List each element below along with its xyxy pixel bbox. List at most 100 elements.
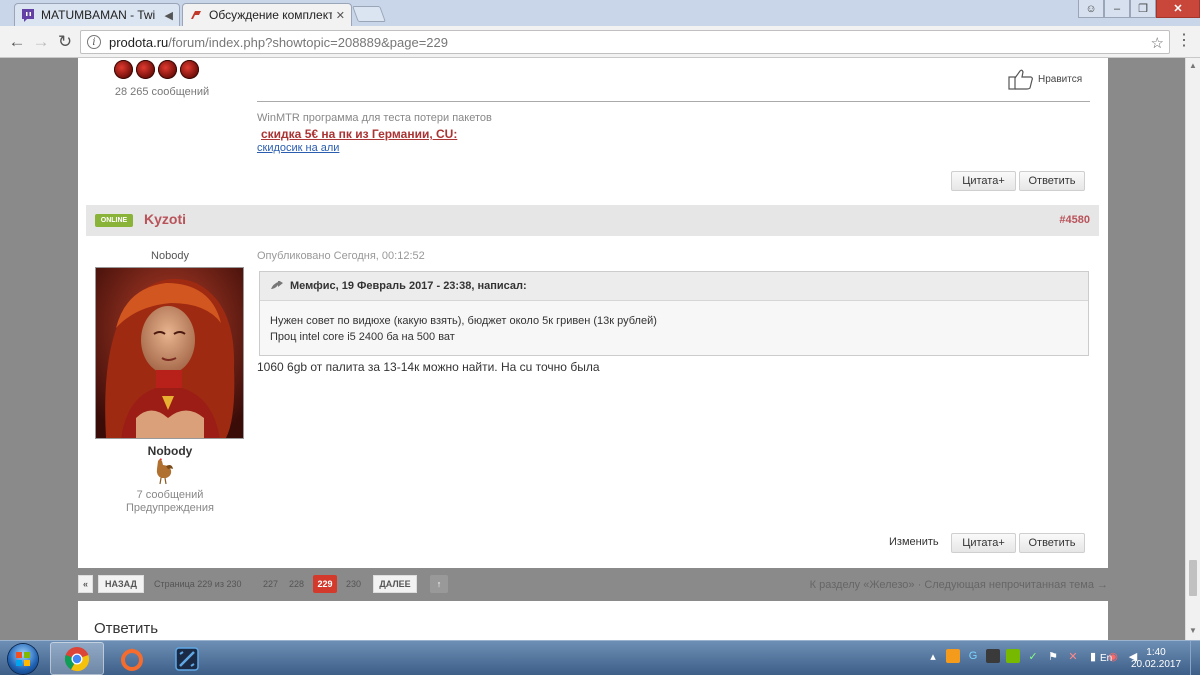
- quote-text: Проц intel core i5 2400 ба на 500 ват: [270, 331, 455, 343]
- signal-icon[interactable]: ▮: [1086, 649, 1100, 663]
- show-desktop-button[interactable]: [1190, 641, 1200, 675]
- speaker-icon[interactable]: ◀: [165, 9, 173, 22]
- quote-text: Нужен совет по видюхе (какую взять), бюд…: [270, 315, 657, 327]
- page-info[interactable]: Страница 229 из 230: [154, 575, 241, 593]
- taskbar: ▴ G ✓ ⚑ ✕ ▮ ◉ ◀ En 1:40 20.02.2017: [0, 640, 1200, 675]
- forward-icon[interactable]: →: [30, 31, 52, 53]
- tray-icon[interactable]: [986, 649, 1000, 663]
- tab-twitch[interactable]: MATUMBAMAN - Twi ◀: [14, 3, 180, 26]
- clock[interactable]: 1:40 20.02.2017: [1126, 647, 1186, 671]
- next-page-button[interactable]: ДАЛЕЕ: [373, 575, 417, 593]
- page-link[interactable]: 227: [263, 575, 278, 593]
- twitch-icon: [21, 8, 35, 22]
- tab-title: MATUMBAMAN - Twi: [41, 8, 156, 22]
- dota-icon: [175, 646, 199, 671]
- new-tab-button[interactable]: [352, 6, 386, 22]
- tab-title: Обсуждение комплекту: [209, 8, 332, 22]
- online-badge: ONLINE: [95, 214, 133, 227]
- close-icon[interactable]: ✕: [336, 9, 345, 22]
- page-viewport: 28 265 сообщений Нравится WinMTR програм…: [0, 58, 1185, 640]
- signature-link[interactable]: скидка 5€ на пк из Германии, CU:: [261, 127, 457, 141]
- address-bar[interactable]: i prodota.ru/forum/index.php?showtopic=2…: [80, 30, 1170, 54]
- back-icon[interactable]: ←: [6, 31, 28, 53]
- language-indicator[interactable]: En: [1100, 653, 1112, 664]
- reply-box: Ответить: [78, 601, 1108, 640]
- page-link[interactable]: 230: [346, 575, 361, 593]
- user-group: Nobody: [147, 444, 193, 458]
- warnings-link[interactable]: Предупреждения: [95, 502, 245, 514]
- section-links[interactable]: К разделу «Железо» · Следующая непрочита…: [810, 579, 1108, 591]
- scroll-up-button[interactable]: ↑: [430, 575, 448, 593]
- url-host: prodota.ru: [109, 34, 169, 50]
- url-path: /forum/index.php?showtopic=208889&page=2…: [168, 34, 448, 50]
- restore-button[interactable]: ❐: [1130, 0, 1156, 18]
- post-body: 1060 6gb от палита за 13-14к можно найти…: [257, 360, 600, 374]
- user-message-count: 7 сообщений: [136, 489, 204, 501]
- quote-author: Мемфис, 19 Февраль 2017 - 23:38, написал…: [290, 280, 527, 292]
- menu-icon[interactable]: ⋮: [1176, 33, 1192, 49]
- page-link[interactable]: 228: [289, 575, 304, 593]
- windows-logo-icon: [8, 643, 38, 674]
- quote-header: Мемфис, 19 Февраль 2017 - 23:38, написал…: [260, 272, 1088, 301]
- signature-divider: [257, 101, 1090, 102]
- quote-button[interactable]: Цитата+: [951, 533, 1016, 553]
- prev-page-button[interactable]: НАЗАД: [98, 575, 144, 593]
- user-title: Nobody: [151, 250, 189, 262]
- like-label: Нравится: [1038, 73, 1083, 85]
- flag-icon[interactable]: ⚑: [1046, 649, 1060, 663]
- scroll-down-arrow-icon[interactable]: ▼: [1189, 626, 1197, 635]
- window-controls: ☺ – ❐ ✕: [1078, 0, 1200, 18]
- prodota-icon: [189, 8, 203, 22]
- current-page: 229: [313, 575, 337, 593]
- signature-line: WinMTR программа для теста потери пакето…: [257, 112, 492, 124]
- quote-block: Мемфис, 19 Февраль 2017 - 23:38, написал…: [259, 271, 1089, 356]
- dota-taskbar-button[interactable]: [160, 642, 214, 675]
- page-scrollbar[interactable]: ▲ ▼: [1185, 58, 1200, 640]
- first-page-button[interactable]: «: [78, 575, 93, 593]
- clock-date: 20.02.2017: [1130, 659, 1182, 670]
- avatar[interactable]: [95, 267, 244, 439]
- reply-button[interactable]: Ответить: [1019, 533, 1085, 553]
- info-icon[interactable]: i: [87, 35, 101, 49]
- scroll-thumb[interactable]: [1189, 560, 1197, 596]
- nvidia-icon[interactable]: [1006, 649, 1020, 663]
- app-tray-icon[interactable]: [946, 649, 960, 663]
- message-count: 28 265 сообщений: [114, 86, 210, 98]
- rank-icon: [158, 60, 177, 79]
- post-number[interactable]: #4580: [1059, 214, 1090, 226]
- scroll-up-arrow-icon[interactable]: ▲: [1189, 61, 1197, 70]
- rank-icons: [114, 60, 199, 79]
- post-author[interactable]: Kyzoti: [144, 211, 186, 227]
- reply-title: Ответить: [94, 620, 159, 637]
- bookmark-star-icon[interactable]: ☆: [1151, 34, 1164, 52]
- published-date: Опубликовано Сегодня, 00:12:52: [257, 250, 425, 262]
- pagination: « НАЗАД Страница 229 из 230 227 228 229 …: [78, 572, 1108, 596]
- g-tray-icon[interactable]: G: [966, 649, 980, 663]
- error-icon[interactable]: ✕: [1066, 649, 1080, 663]
- post-header: ONLINE Kyzoti #4580: [86, 205, 1099, 236]
- thumbs-up-icon: [1008, 69, 1033, 90]
- tab-prodota[interactable]: Обсуждение комплекту ✕: [182, 3, 352, 26]
- chrome-taskbar-button[interactable]: [50, 642, 104, 675]
- quote-arrow-icon[interactable]: [270, 281, 284, 291]
- rank-icon: [180, 60, 199, 79]
- forum-content: 28 265 сообщений Нравится WinMTR програм…: [78, 58, 1108, 568]
- like-button[interactable]: Нравится: [1008, 68, 1082, 90]
- up-arrow-icon[interactable]: ▴: [926, 649, 940, 663]
- origin-taskbar-button[interactable]: [105, 642, 159, 675]
- user-icon[interactable]: ☺: [1078, 0, 1104, 18]
- checkmark-icon[interactable]: ✓: [1026, 649, 1040, 663]
- close-window-button[interactable]: ✕: [1156, 0, 1200, 18]
- start-button[interactable]: [4, 641, 42, 675]
- quote-button[interactable]: Цитата+: [951, 171, 1016, 191]
- minimize-button[interactable]: –: [1104, 0, 1130, 18]
- signature-link[interactable]: скидосик на али: [257, 142, 339, 154]
- rank-icon: [136, 60, 155, 79]
- origin-icon: [121, 647, 143, 671]
- previous-post: 28 265 сообщений Нравится WinMTR програм…: [78, 58, 1108, 205]
- browser-toolbar: ← → ↻ i prodota.ru/forum/index.php?showt…: [0, 26, 1200, 58]
- edit-link[interactable]: Изменить: [889, 536, 939, 548]
- reply-button[interactable]: Ответить: [1019, 171, 1085, 191]
- clock-time: 1:40: [1146, 647, 1166, 658]
- reload-icon[interactable]: ↻: [54, 31, 76, 53]
